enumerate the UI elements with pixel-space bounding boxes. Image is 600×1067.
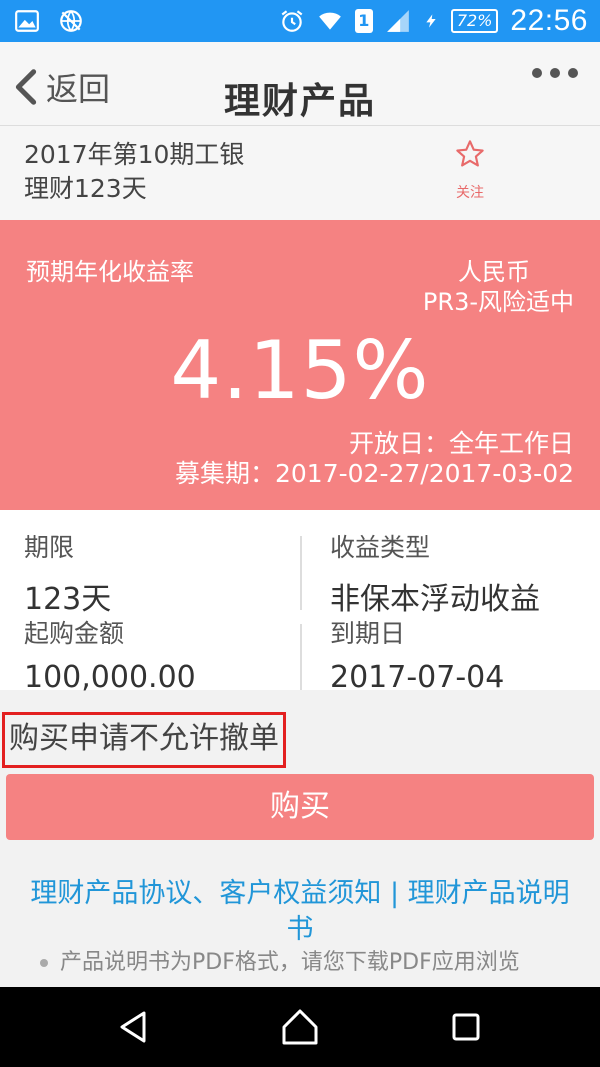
- signal-icon: [387, 10, 409, 32]
- app-header: 返回 理财产品: [0, 42, 600, 126]
- charging-icon: [426, 14, 436, 28]
- back-triangle-icon[interactable]: [112, 1005, 156, 1049]
- buy-button[interactable]: 购买: [6, 774, 594, 840]
- product-name-line2: 理财123天: [24, 174, 147, 203]
- yield-label: 预期年化收益率: [26, 258, 194, 286]
- product-name: 2017年第10期工银 理财123天: [24, 138, 244, 206]
- battery-indicator: 72%: [450, 9, 499, 33]
- status-bar: 1 72% 22:56: [0, 0, 600, 42]
- sim-indicator: 1: [354, 9, 373, 33]
- pdf-note: 产品说明书为PDF格式，请您下载PDF应用浏览: [40, 948, 580, 978]
- product-name-line1: 2017年第10期工银: [24, 140, 245, 169]
- min-amount-value: 100,000.00: [24, 660, 196, 695]
- dot-icon: [532, 68, 542, 78]
- maturity-label: 到期日: [330, 619, 406, 648]
- term-value: 123天: [24, 582, 112, 617]
- bullet-icon: [40, 959, 48, 967]
- yield-card: 预期年化收益率 人民币 PR3-风险适中 4.15% 开放日：全年工作日 募集期…: [0, 220, 600, 510]
- clock: 22:56: [510, 4, 588, 37]
- divider: [300, 624, 302, 690]
- maturity-cell: 到期日 2017-07-04: [330, 614, 600, 695]
- product-header: 2017年第10期工银 理财123天 关注: [0, 126, 600, 220]
- recents-icon[interactable]: [444, 1005, 488, 1049]
- globe-off-icon: [60, 10, 82, 32]
- min-amount-cell: 起购金额 100,000.00: [24, 614, 314, 695]
- term-cell: 期限 123天: [24, 528, 314, 618]
- follow-button[interactable]: 关注: [440, 138, 500, 202]
- page-title: 理财产品: [223, 81, 376, 122]
- min-amount-label: 起购金额: [24, 619, 125, 648]
- divider: [300, 536, 302, 610]
- dot-icon: [568, 68, 578, 78]
- raise-period: 募集期：2017-02-27/2017-03-02: [175, 459, 574, 488]
- more-menu-button[interactable]: [532, 68, 578, 78]
- dot-icon: [550, 68, 560, 78]
- pdf-note-text: 产品说明书为PDF格式，请您下载PDF应用浏览: [60, 950, 520, 975]
- home-icon[interactable]: [278, 1005, 322, 1049]
- system-nav-bar: [0, 987, 600, 1067]
- product-docs-link[interactable]: 理财产品协议、客户权益须知 | 理财产品说明书: [30, 876, 570, 948]
- gallery-icon: [15, 10, 39, 32]
- income-type-cell: 收益类型 非保本浮动收益: [330, 528, 600, 618]
- yield-rate: 4.15%: [170, 324, 430, 417]
- risk-level: PR3-风险适中: [422, 288, 574, 316]
- no-cancel-notice: 购买申请不允许撤单: [2, 712, 286, 768]
- alarm-icon: [281, 10, 303, 32]
- income-type-value: 非保本浮动收益: [330, 582, 540, 617]
- maturity-value: 2017-07-04: [330, 660, 505, 695]
- product-info-grid: 期限 123天 收益类型 非保本浮动收益 起购金额 100,000.00 到期日…: [0, 510, 600, 695]
- income-type-label: 收益类型: [330, 533, 431, 562]
- star-icon: [456, 140, 484, 167]
- follow-label: 关注: [456, 185, 484, 201]
- wifi-icon: [319, 12, 341, 30]
- term-label: 期限: [24, 533, 75, 562]
